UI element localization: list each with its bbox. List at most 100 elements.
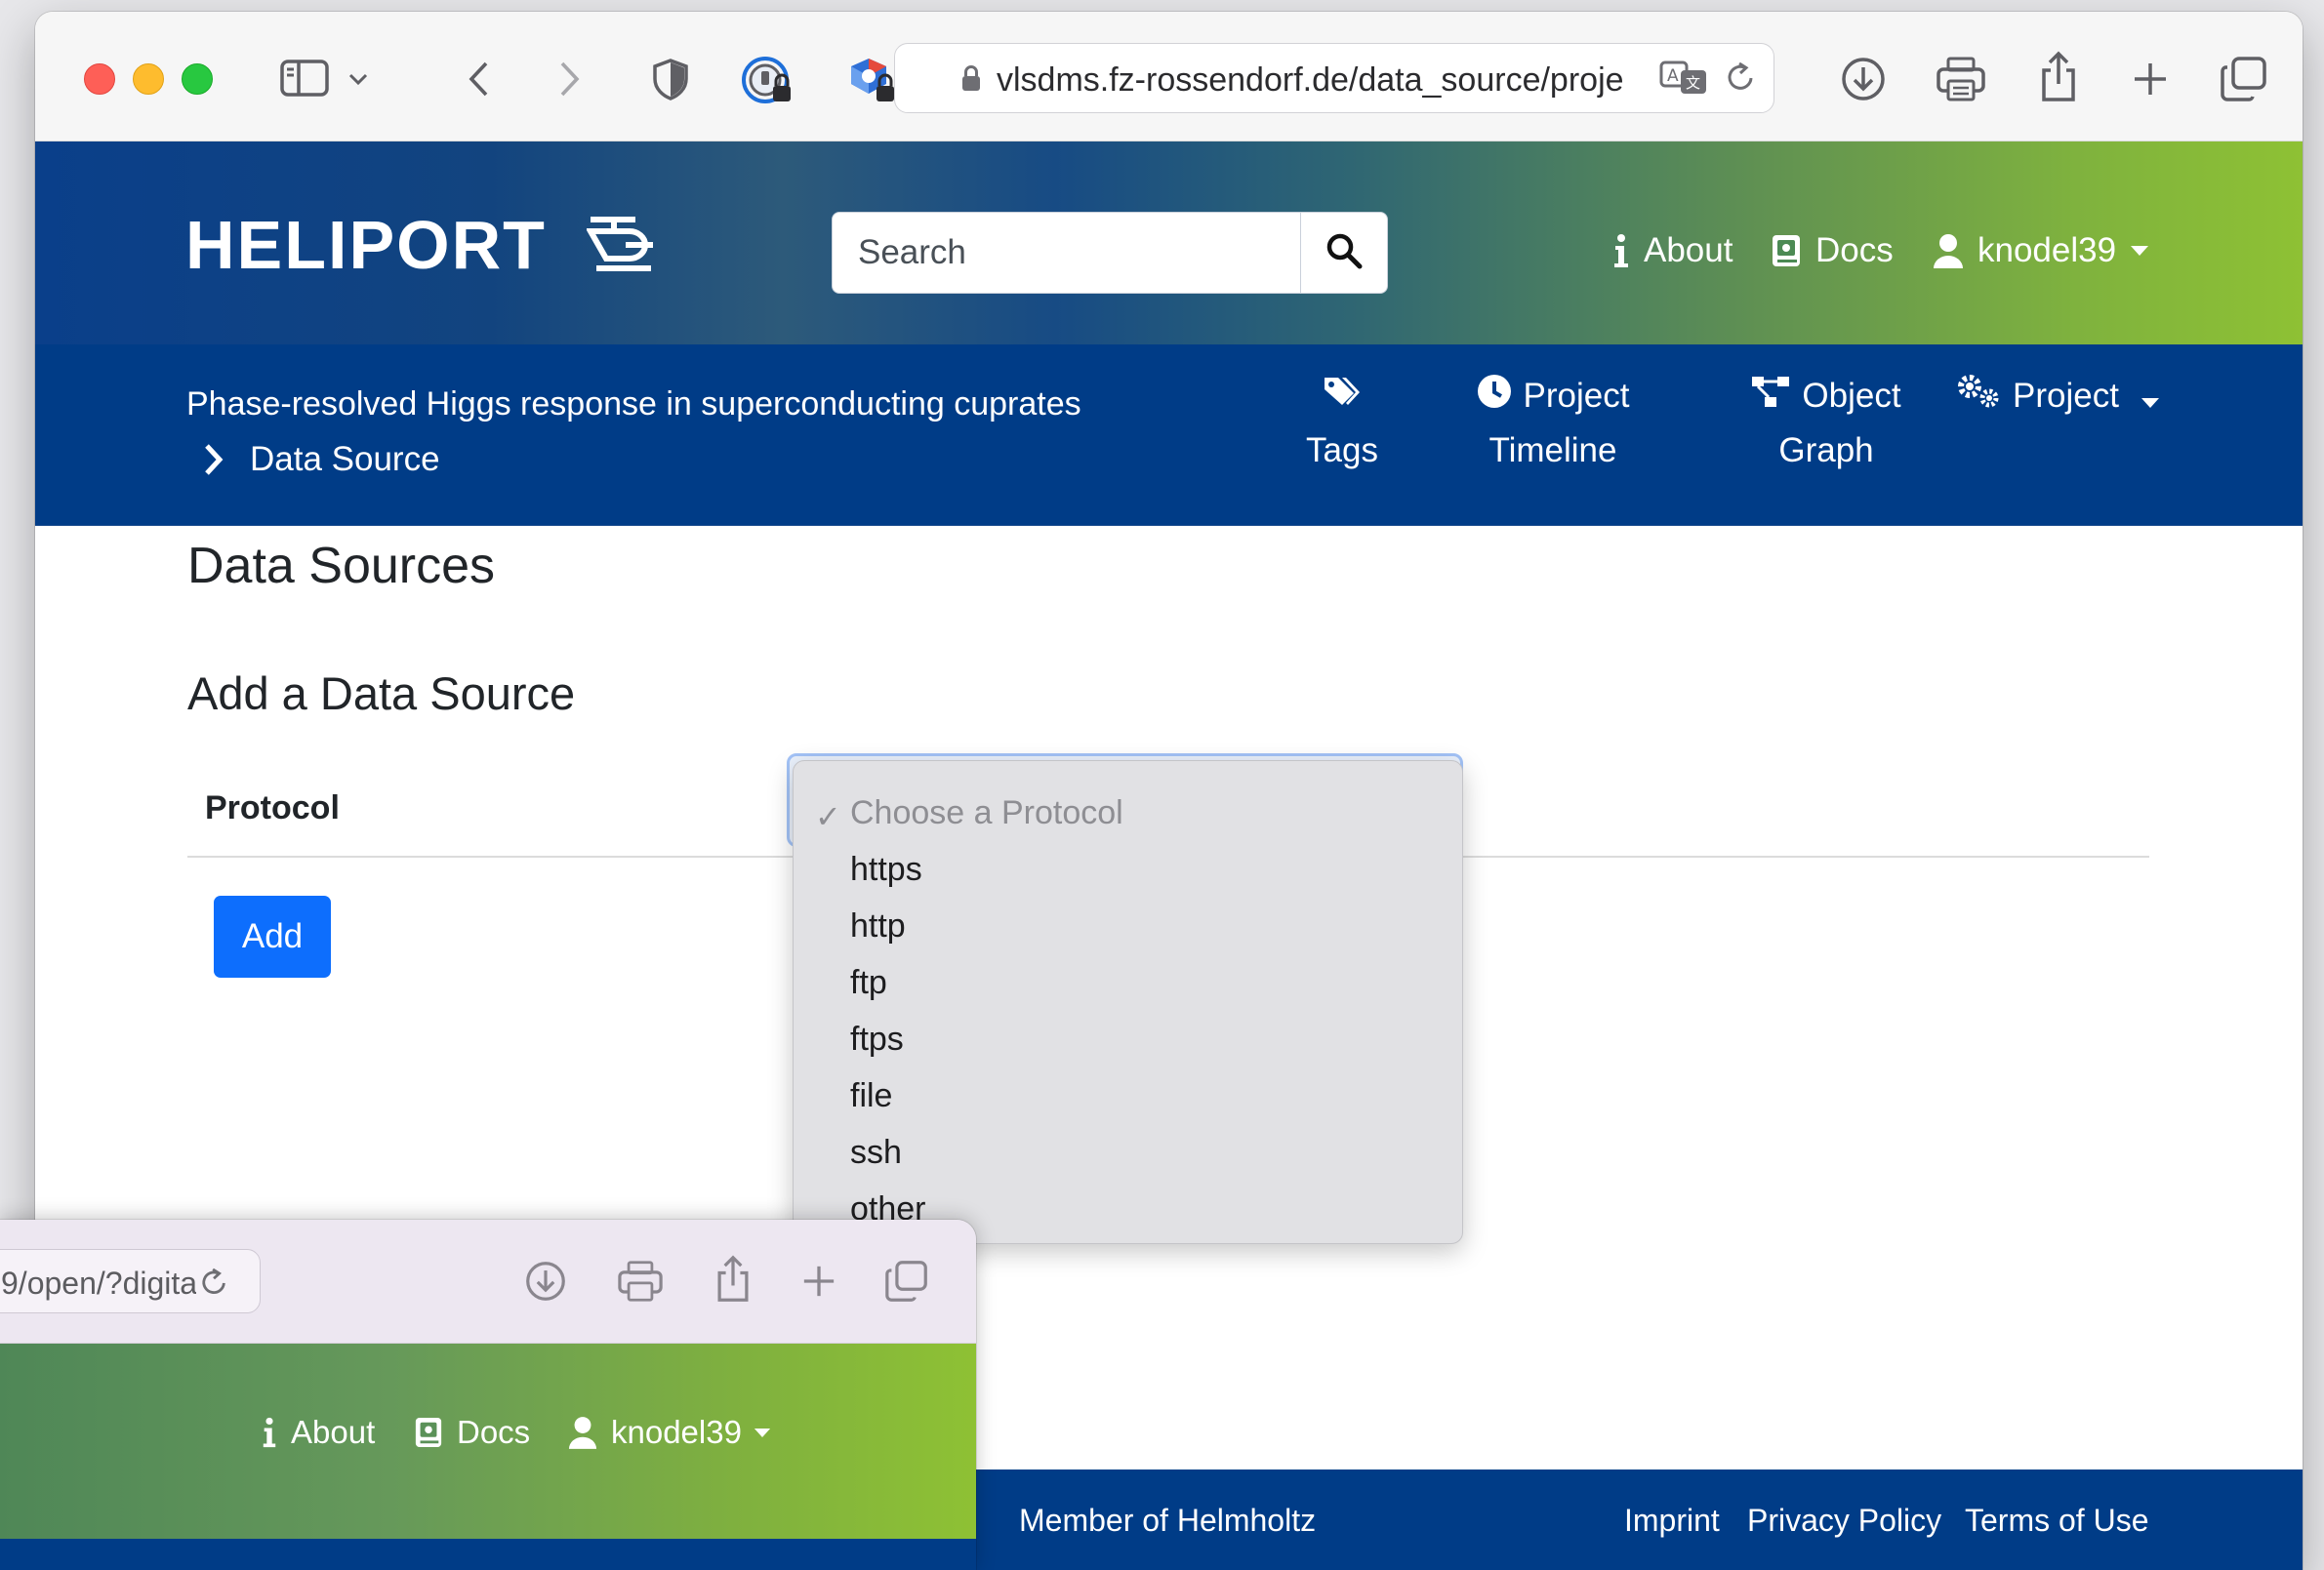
- share-icon[interactable]: [711, 1253, 755, 1306]
- protocol-option[interactable]: ftp: [850, 964, 887, 1002]
- search-button[interactable]: [1300, 213, 1387, 293]
- app-header: HELIPORT About Docs: [35, 141, 2303, 344]
- object-graph-label-2: Graph: [1778, 430, 1874, 469]
- print-icon[interactable]: [615, 1259, 666, 1304]
- password-icon[interactable]: [738, 51, 796, 109]
- footer-imprint-link[interactable]: Imprint: [1624, 1503, 1720, 1539]
- protocol-option[interactable]: file: [850, 1077, 892, 1115]
- graph-icon: [1751, 372, 1790, 424]
- chevron-down-icon[interactable]: [344, 64, 373, 94]
- address-bar[interactable]: vlsdms.fz-rossendorf.de/data_source/proj…: [894, 43, 1774, 113]
- background-docs-link[interactable]: Docs: [414, 1414, 530, 1451]
- object-graph-label-1: Object: [1802, 377, 1901, 415]
- gears-icon: [1956, 372, 2001, 424]
- search-input[interactable]: [833, 213, 1291, 293]
- zoom-window-button[interactable]: [182, 63, 213, 95]
- reload-icon[interactable]: [1723, 58, 1760, 97]
- project-menu[interactable]: Project: [1956, 370, 2181, 424]
- reload-icon[interactable]: [198, 1266, 231, 1299]
- caret-down-icon: [2141, 372, 2160, 424]
- section-title: Add a Data Source: [187, 667, 576, 719]
- footer-member[interactable]: Member of Helmholtz: [1019, 1503, 1316, 1539]
- object-graph-link[interactable]: Object Graph: [1724, 370, 1929, 477]
- new-tab-icon[interactable]: [798, 1261, 839, 1302]
- user-icon: [1933, 233, 1964, 268]
- about-label: About: [1644, 231, 1733, 269]
- download-icon[interactable]: [1839, 55, 1888, 103]
- tabs-overview-icon[interactable]: [882, 1257, 931, 1306]
- background-user-menu[interactable]: knodel39: [568, 1414, 771, 1451]
- caret-down-icon: [754, 1428, 771, 1438]
- footer-terms-link[interactable]: Terms of Use: [1965, 1503, 2148, 1539]
- protocol-option[interactable]: https: [850, 851, 922, 889]
- protocol-option[interactable]: ssh: [850, 1134, 902, 1172]
- extension-icon[interactable]: [841, 51, 900, 109]
- background-about-link[interactable]: About: [262, 1414, 375, 1451]
- info-icon: [262, 1416, 277, 1449]
- user-icon: [568, 1416, 597, 1449]
- background-docs-label: Docs: [457, 1414, 531, 1450]
- project-timeline-label-1: Project: [1523, 377, 1630, 415]
- user-label: knodel39: [1977, 231, 2117, 269]
- url-text: vlsdms.fz-rossendorf.de/data_source/proj…: [997, 61, 1624, 99]
- book-icon: [414, 1416, 443, 1449]
- helicopter-icon: [586, 212, 657, 290]
- project-nav: Phase-resolved Higgs response in superco…: [35, 344, 2303, 526]
- about-link[interactable]: About: [1612, 231, 1733, 270]
- protocol-option-placeholder[interactable]: Choose a Protocol: [850, 794, 1123, 832]
- svg-text:文: 文: [1686, 74, 1700, 92]
- search-icon: [1325, 232, 1363, 274]
- search-box: [832, 212, 1388, 294]
- checkmark-icon: ✓: [815, 799, 841, 834]
- background-app-header: About Docs knodel39: [0, 1344, 976, 1539]
- share-icon[interactable]: [2034, 49, 2083, 105]
- background-browser-window[interactable]: 9/open/?digita About Docs knodel39: [0, 1220, 976, 1570]
- tabs-overview-icon[interactable]: [2218, 53, 2270, 105]
- svg-text:A: A: [1667, 66, 1679, 86]
- background-toolbar: 9/open/?digita: [0, 1220, 976, 1344]
- project-timeline-link[interactable]: Project Timeline: [1450, 370, 1655, 477]
- caret-down-icon: [2130, 245, 2149, 257]
- back-icon[interactable]: [459, 57, 498, 101]
- docs-link[interactable]: Docs: [1771, 231, 1894, 270]
- breadcrumb: Data Source: [203, 440, 440, 479]
- project-title[interactable]: Phase-resolved Higgs response in superco…: [186, 385, 1081, 423]
- protocol-label: Protocol: [205, 789, 340, 826]
- background-about-label: About: [291, 1414, 376, 1450]
- clock-icon: [1477, 372, 1512, 424]
- user-menu[interactable]: knodel39: [1933, 231, 2149, 270]
- info-icon: [1612, 233, 1630, 268]
- browser-toolbar: vlsdms.fz-rossendorf.de/data_source/proj…: [35, 12, 2303, 141]
- tags-label: Tags: [1306, 430, 1378, 469]
- project-timeline-label-2: Timeline: [1488, 430, 1617, 469]
- docs-label: Docs: [1815, 231, 1894, 269]
- download-icon[interactable]: [523, 1259, 568, 1304]
- chevron-right-icon: [203, 443, 224, 476]
- breadcrumb-current[interactable]: Data Source: [250, 440, 440, 479]
- tags-icon: [1323, 372, 1362, 424]
- protocol-option[interactable]: ftps: [850, 1021, 904, 1059]
- sidebar-icon[interactable]: [275, 55, 334, 101]
- translate-icon[interactable]: A文: [1658, 58, 1709, 97]
- print-icon[interactable]: [1935, 55, 1987, 103]
- background-url-text: 9/open/?digita: [1, 1266, 196, 1301]
- close-window-button[interactable]: [84, 63, 115, 95]
- protocol-dropdown: ✓ Choose a Protocol https http ftp ftps …: [793, 760, 1463, 1244]
- add-button[interactable]: Add: [214, 896, 331, 978]
- project-menu-label: Project: [2013, 377, 2119, 415]
- lock-icon: [959, 63, 983, 93]
- minimize-window-button[interactable]: [133, 63, 164, 95]
- background-user-label: knodel39: [611, 1414, 742, 1450]
- book-icon: [1771, 233, 1802, 268]
- background-project-nav: [0, 1539, 976, 1570]
- forward-icon[interactable]: [550, 57, 590, 101]
- heliport-logo[interactable]: HELIPORT: [185, 206, 657, 290]
- tags-link[interactable]: Tags: [1279, 370, 1406, 477]
- protocol-option[interactable]: http: [850, 907, 906, 946]
- footer-privacy-link[interactable]: Privacy Policy: [1747, 1503, 1941, 1539]
- logo-text: HELIPORT: [185, 207, 547, 283]
- background-address-bar[interactable]: 9/open/?digita: [0, 1249, 261, 1313]
- page-title: Data Sources: [187, 538, 496, 594]
- shield-icon[interactable]: [648, 57, 693, 101]
- new-tab-icon[interactable]: [2128, 57, 2173, 101]
